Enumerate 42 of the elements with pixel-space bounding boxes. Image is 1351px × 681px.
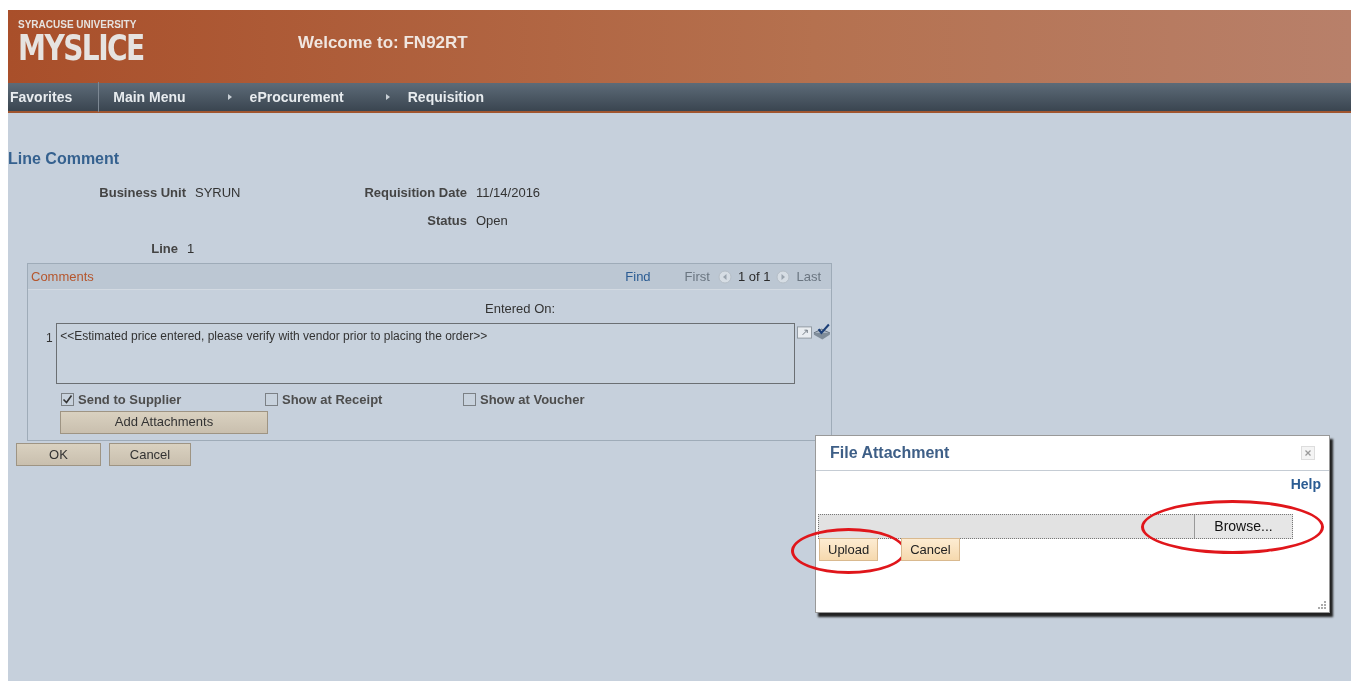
nav-item[interactable]: Requisition	[405, 86, 492, 108]
cancel-button[interactable]: Cancel	[109, 443, 191, 466]
checkbox[interactable]	[265, 393, 278, 407]
field-label: Status	[426, 212, 467, 230]
field-value: Open	[476, 212, 508, 230]
field-label: Requisition Date	[363, 184, 467, 202]
help-link[interactable]: Help	[1290, 474, 1321, 495]
browse-button[interactable]: Browse...	[1194, 515, 1292, 538]
close-icon[interactable]	[1301, 446, 1315, 460]
nav-item[interactable]: Main Menu	[111, 86, 194, 108]
page-title: Line Comment	[8, 149, 120, 169]
checkbox[interactable]	[61, 393, 74, 407]
nav-item[interactable]: eProcurement	[247, 86, 352, 108]
arrow-icon	[385, 94, 390, 100]
find-link[interactable]: Find	[625, 266, 651, 287]
add-attachments-button[interactable]: Add Attachments	[60, 410, 268, 434]
comment-field[interactable]: <<Estimated price entered, please verify with vendor prior to placing the order>>	[56, 323, 796, 384]
upload-button[interactable]: Upload	[819, 538, 879, 561]
check-book-icon[interactable]	[813, 323, 831, 340]
entered-on-label: Entered On:	[485, 301, 556, 316]
university-name: SYRACUSE UNIVERSITY	[18, 20, 138, 30]
field-value: 11/14/2016	[476, 184, 541, 202]
field-value: 1	[187, 240, 195, 258]
ok-button[interactable]: OK	[16, 443, 101, 466]
row-count: 1 of 1	[737, 267, 771, 286]
checkbox-label: Show at Voucher	[480, 391, 585, 409]
logo: MYSLICE	[18, 30, 145, 66]
arrow-icon	[227, 94, 232, 100]
welcome-text: Welcome to: FN92RT	[298, 32, 468, 54]
field-value: SYRUN	[195, 184, 241, 202]
row-number: 1	[46, 330, 54, 347]
checkbox-label: Send to Supplier	[78, 391, 182, 409]
nav-item[interactable]: Favorites	[8, 86, 81, 108]
dialog-title: File Attachment	[830, 443, 950, 463]
file-path-field[interactable]: Browse...	[818, 514, 1293, 539]
field-label: Line	[150, 240, 178, 258]
resize-grip-icon[interactable]	[1316, 599, 1326, 609]
section-title: Comments	[31, 267, 94, 286]
field-label: Business Unit	[98, 184, 186, 202]
cancel-button[interactable]: Cancel	[901, 538, 960, 561]
checkbox-label: Show at Receipt	[282, 391, 383, 409]
checkbox[interactable]	[463, 393, 476, 407]
